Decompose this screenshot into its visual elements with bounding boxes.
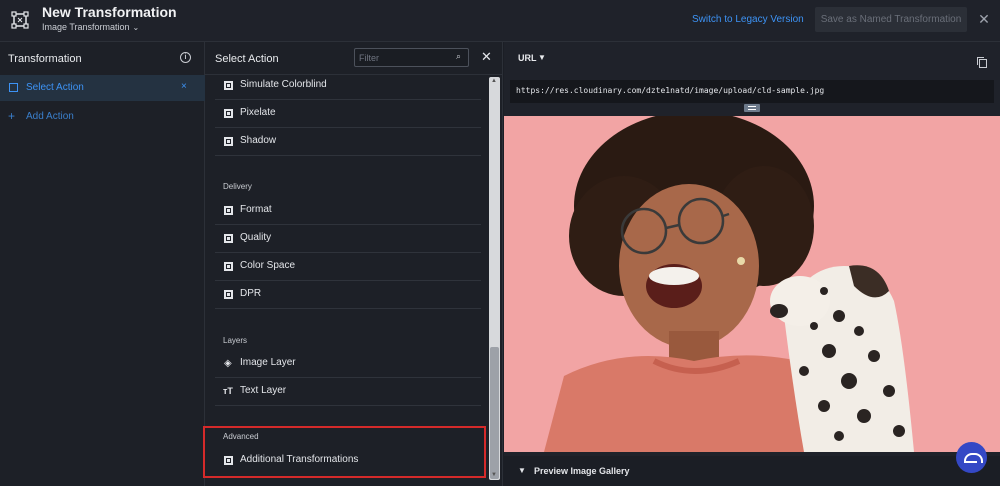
plus-icon: + (8, 109, 16, 123)
highlight-box (203, 426, 486, 478)
info-icon[interactable]: i (180, 52, 191, 63)
caret-down-icon[interactable]: ▼ (538, 53, 546, 62)
action-square-icon (224, 81, 233, 90)
gallery-label: Preview Image Gallery (534, 466, 630, 476)
action-square-icon (224, 206, 233, 215)
action-item-quality[interactable]: Quality (215, 225, 481, 253)
support-chat-icon[interactable] (956, 442, 987, 473)
caret-down-icon: ▼ (518, 466, 526, 475)
action-square-icon (224, 290, 233, 299)
transformation-type-dropdown[interactable]: Image Transformation ⌄ (42, 22, 139, 32)
action-item-dpr[interactable]: DPR (215, 281, 481, 309)
url-text: https://res.cloudinary.com/dzte1natd/ima… (516, 86, 825, 95)
action-item-shadow[interactable]: Shadow (215, 128, 481, 156)
filter-input[interactable] (355, 49, 451, 66)
scroll-up-arrow-icon[interactable]: ▲ (491, 78, 497, 84)
action-square-icon (224, 137, 233, 146)
transformation-panel: Transformation i Select Action × + Add A… (0, 42, 205, 486)
preview-illustration (504, 116, 1000, 452)
section-layers: Layers (223, 336, 248, 345)
selected-action-label: Select Action (26, 82, 84, 93)
selected-action-item[interactable]: Select Action × (0, 75, 205, 101)
transformation-panel-title: Transformation (8, 53, 82, 65)
resize-handle-icon[interactable] (744, 104, 760, 112)
page-title: New Transformation (42, 4, 177, 20)
action-square-icon (224, 234, 233, 243)
add-action-label: Add Action (26, 111, 74, 122)
scrollbar-thumb[interactable] (490, 347, 499, 479)
layers-icon: ◈ (224, 358, 232, 369)
save-named-transformation-button[interactable]: Save as Named Transformation (815, 7, 967, 32)
action-item-label: Shadow (240, 135, 277, 146)
url-dropdown-label[interactable]: URL (518, 53, 537, 63)
square-icon (9, 83, 18, 92)
action-square-icon (224, 109, 233, 118)
close-panel-icon[interactable]: ✕ (481, 49, 492, 65)
action-item-format[interactable]: Format (215, 197, 481, 225)
action-item-label: Image Layer (240, 357, 296, 368)
action-item-pixelate[interactable]: Pixelate (215, 100, 481, 128)
action-square-icon (224, 262, 233, 271)
preview-gallery-toggle[interactable]: ▼ Preview Image Gallery (504, 456, 1000, 486)
scroll-down-arrow-icon[interactable]: ▼ (491, 472, 497, 478)
action-item-label: Pixelate (240, 107, 276, 118)
action-item-label: Color Space (240, 260, 296, 271)
select-action-panel: Select Action ⌕ ✕ Simulate Colorblind Pi… (205, 42, 503, 486)
top-bar: New Transformation Image Transformation ⌄… (0, 0, 1000, 42)
select-action-title: Select Action (215, 53, 279, 65)
transformation-logo-icon (11, 11, 29, 29)
search-icon: ⌕ (456, 51, 462, 61)
switch-legacy-link[interactable]: Switch to Legacy Version (692, 14, 804, 25)
preview-panel: URL ▼ https://res.cloudinary.com/dzte1na… (504, 42, 1000, 486)
action-item-color-space[interactable]: Color Space (215, 253, 481, 281)
action-item-simulate-colorblind[interactable]: Simulate Colorblind (215, 72, 481, 100)
chevron-down-icon: ⌄ (132, 23, 140, 32)
section-delivery: Delivery (223, 182, 252, 191)
copy-icon[interactable] (977, 57, 987, 68)
action-item-label: Text Layer (240, 385, 287, 396)
close-icon[interactable]: ✕ (976, 9, 992, 29)
action-item-label: Quality (240, 232, 272, 243)
action-item-label: Format (240, 204, 272, 215)
transformation-type-label: Image Transformation (42, 22, 130, 32)
url-display[interactable]: https://res.cloudinary.com/dzte1natd/ima… (510, 80, 994, 103)
text-icon: ᴛT (223, 386, 233, 396)
filter-field[interactable]: ⌕ (354, 48, 469, 67)
add-action-button[interactable]: + Add Action (0, 107, 205, 127)
remove-action-icon[interactable]: × (181, 81, 187, 92)
action-item-label: DPR (240, 288, 262, 299)
action-item-text-layer[interactable]: ᴛT Text Layer (215, 378, 481, 406)
preview-image (504, 116, 1000, 452)
action-item-image-layer[interactable]: ◈ Image Layer (215, 350, 481, 378)
action-item-label: Simulate Colorblind (240, 79, 327, 90)
